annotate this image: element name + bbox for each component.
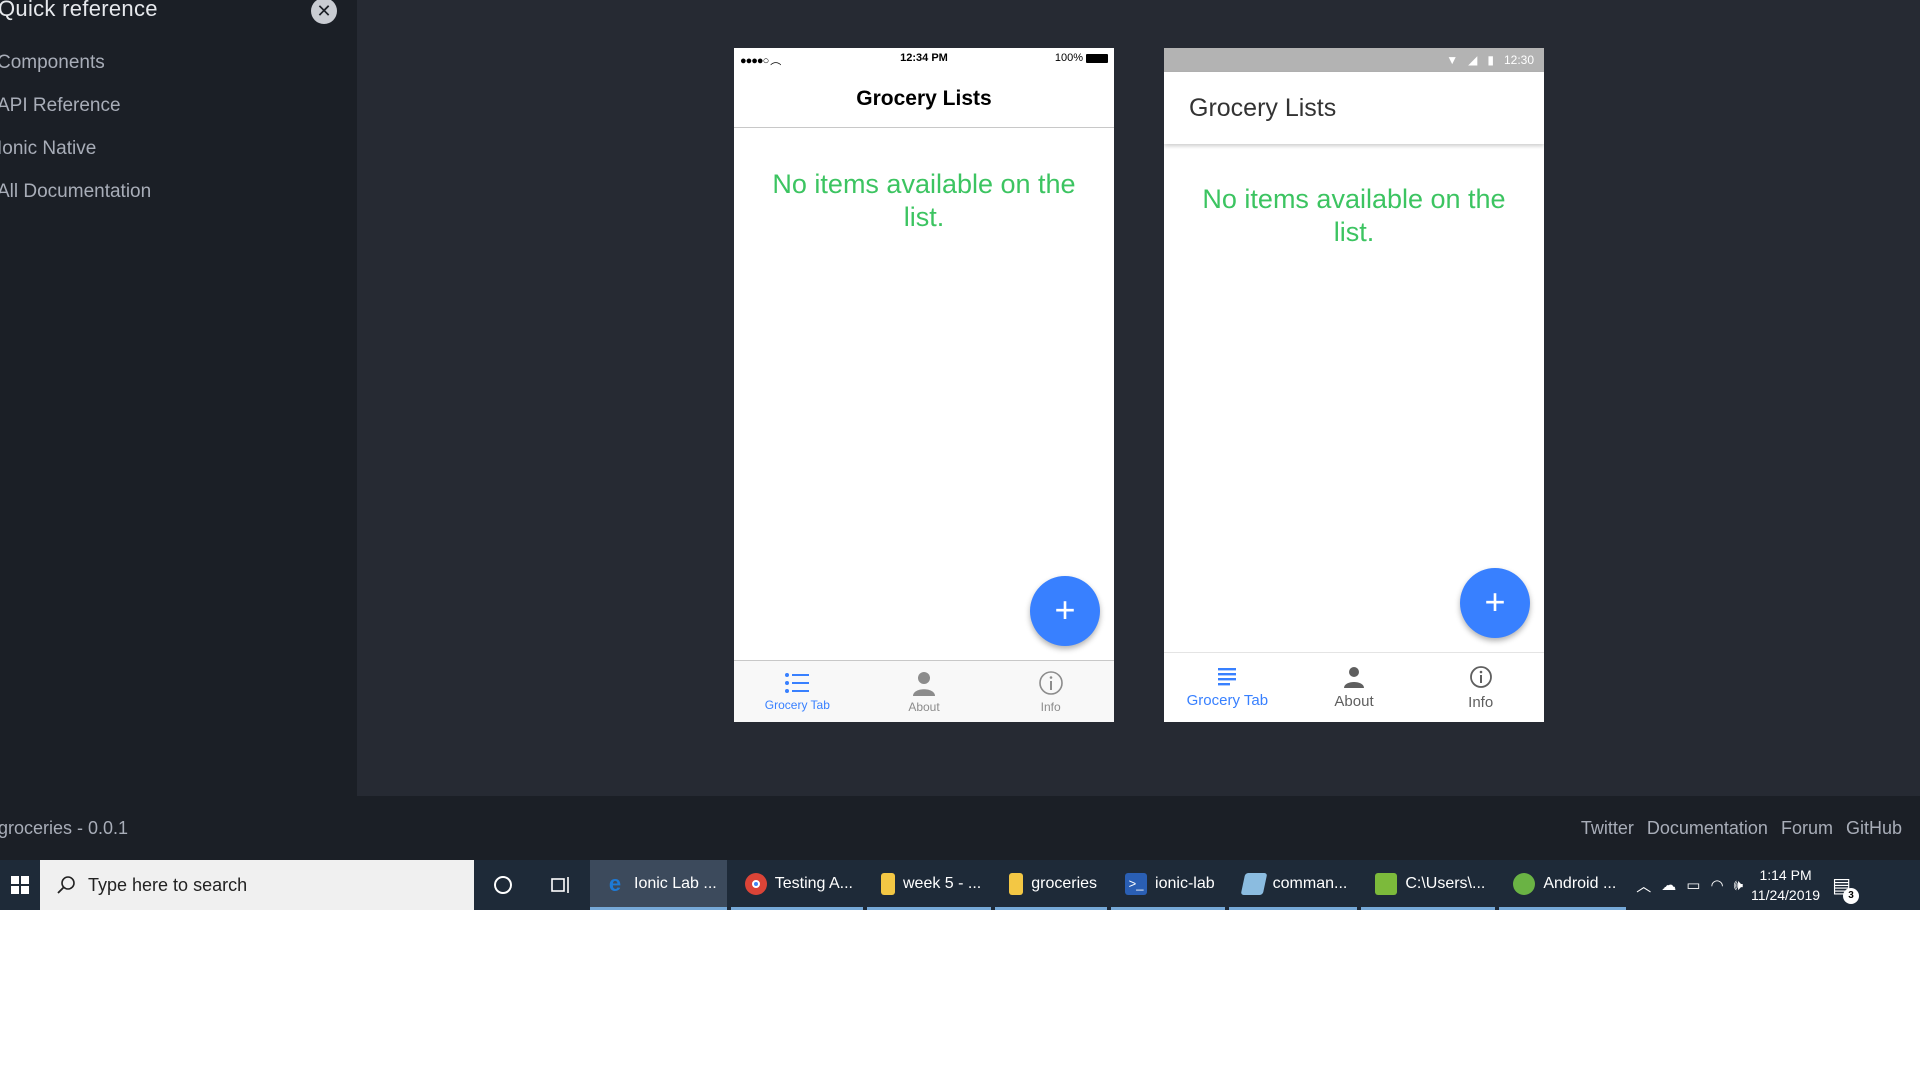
battery-icon: ▮: [1487, 53, 1494, 67]
tab-label: Info: [1468, 693, 1494, 711]
sidebar-item-api-reference[interactable]: API Reference: [0, 91, 151, 134]
info-icon: [1469, 665, 1492, 688]
ios-tab-bar: Grocery Tab About Info: [734, 660, 1114, 722]
ios-preview: ●●●●○ ︵ 12:34 PM 100% Grocery Lists No i…: [734, 48, 1114, 722]
task-label: ionic-lab: [1155, 874, 1215, 892]
volume-icon[interactable]: 🕪: [1734, 877, 1743, 894]
sidebar-nav: Components API Reference Ionic Native Al…: [0, 48, 151, 220]
folder-icon: [880, 872, 895, 895]
android-status-time: 12:30: [1503, 53, 1534, 67]
lab-footer: groceries - 0.0.1 Twitter Documentation …: [0, 796, 1920, 860]
wifi-icon: ▼: [1446, 53, 1459, 67]
edge-icon: e: [608, 870, 622, 896]
android-tab-grocery[interactable]: Grocery Tab: [1164, 653, 1291, 722]
taskbar-app-folder-week5[interactable]: week 5 - ...: [866, 860, 992, 910]
android-preview: ▼ ◢ ▮ 12:30 Grocery Lists No items avail…: [1164, 48, 1544, 722]
list-icon: [785, 672, 810, 693]
person-icon: [913, 671, 935, 696]
footer-link-github[interactable]: GitHub: [1846, 818, 1902, 839]
task-label: groceries: [1031, 874, 1098, 892]
taskbar-app-android-studio[interactable]: Android ...: [1499, 860, 1627, 910]
tab-label: Info: [1040, 699, 1061, 714]
battery-icon: 100%: [1055, 52, 1108, 64]
notification-count: 3: [1842, 887, 1859, 904]
android-tab-info[interactable]: Info: [1417, 653, 1544, 722]
tab-label: About: [908, 699, 940, 714]
task-label: Testing A...: [774, 874, 853, 892]
clock-date: 11/24/2019: [1751, 887, 1821, 903]
footer-link-twitter[interactable]: Twitter: [1581, 818, 1634, 839]
android-tab-bar: Grocery Tab About Info: [1164, 652, 1544, 722]
ios-empty-message: No items available on the list.: [772, 169, 1076, 232]
ionic-lab-window: Quick reference ✕ Components API Referen…: [0, 0, 1920, 860]
footer-links: Twitter Documentation Forum GitHub: [1581, 818, 1902, 839]
task-label: C:\Users\...: [1405, 874, 1486, 892]
chevron-up-icon[interactable]: ︿: [1636, 875, 1651, 896]
sidebar-title: Quick reference: [0, 0, 158, 21]
taskbar-app-ionic-lab[interactable]: e Ionic Lab ...: [590, 860, 727, 910]
ios-tab-grocery[interactable]: Grocery Tab: [734, 661, 861, 722]
notepad-icon: [1240, 872, 1267, 895]
start-button[interactable]: [0, 860, 40, 910]
taskbar-app-notepad[interactable]: comman...: [1228, 860, 1358, 910]
tab-label: Grocery Tab: [1186, 691, 1269, 709]
search-placeholder: Type here to search: [88, 874, 248, 895]
clock-time: 1:14 PM: [1759, 867, 1812, 883]
battery-percent: 100%: [1054, 52, 1083, 64]
quick-reference-sidebar: Quick reference ✕ Components API Referen…: [0, 0, 357, 796]
sidebar-item-components[interactable]: Components: [0, 48, 151, 91]
task-label: Ionic Lab ...: [634, 874, 717, 892]
search-icon: [57, 876, 75, 894]
footer-link-documentation[interactable]: Documentation: [1647, 818, 1768, 839]
cortana-icon: [494, 876, 512, 894]
ios-add-item-button[interactable]: +: [1030, 576, 1100, 646]
taskbar-search[interactable]: Type here to search: [40, 860, 474, 910]
info-icon: [1038, 670, 1063, 695]
close-icon[interactable]: ✕: [311, 0, 337, 24]
taskbar-app-folder-groceries[interactable]: groceries: [995, 860, 1108, 910]
tab-label: About: [1334, 692, 1374, 710]
action-center-button[interactable]: ▤ 3: [1832, 873, 1859, 904]
task-view-icon: [551, 877, 569, 893]
android-tab-about[interactable]: About: [1291, 653, 1418, 722]
chrome-icon: [744, 872, 767, 895]
wifi-icon[interactable]: ◠: [1710, 876, 1723, 894]
taskbar-app-notepadpp[interactable]: C:\Users\...: [1361, 860, 1496, 910]
android-add-item-button[interactable]: +: [1460, 568, 1530, 638]
sidebar-item-ionic-native[interactable]: Ionic Native: [0, 134, 151, 177]
android-status-bar: ▼ ◢ ▮ 12:30: [1164, 48, 1544, 72]
taskbar-app-chrome[interactable]: Testing A...: [730, 860, 863, 910]
task-view-button[interactable]: [532, 860, 590, 910]
ios-status-bar: ●●●●○ ︵ 12:34 PM 100%: [734, 48, 1114, 70]
sidebar-item-all-documentation[interactable]: All Documentation: [0, 177, 151, 220]
footer-link-forum[interactable]: Forum: [1781, 818, 1833, 839]
task-label: week 5 - ...: [902, 874, 982, 892]
android-studio-icon: [1513, 872, 1536, 895]
folder-icon: [1009, 872, 1024, 895]
signal-icon: ◢: [1468, 53, 1478, 67]
powershell-icon: >_: [1125, 872, 1148, 895]
task-label: Android ...: [1543, 874, 1617, 892]
android-page-title: Grocery Lists: [1164, 72, 1544, 144]
notepadpp-icon: [1375, 872, 1398, 895]
cortana-button[interactable]: [474, 860, 532, 910]
taskbar-clock[interactable]: 1:14 PM 11/24/2019: [1751, 865, 1820, 905]
taskbar-app-powershell[interactable]: >_ ionic-lab: [1111, 860, 1225, 910]
windows-icon: [11, 876, 29, 894]
list-icon: [1218, 667, 1237, 685]
ios-page-title: Grocery Lists: [734, 70, 1114, 128]
android-empty-message: No items available on the list.: [1202, 184, 1506, 247]
person-icon: [1344, 666, 1364, 688]
windows-taskbar: Type here to search e Ionic Lab ... Test…: [0, 860, 1920, 910]
ios-tab-about[interactable]: About: [861, 661, 988, 722]
tab-label: Grocery Tab: [764, 697, 830, 712]
system-tray: ︿ ☁ ▭ ◠ 🕪: [1636, 875, 1743, 896]
onedrive-icon[interactable]: ☁: [1661, 876, 1676, 894]
task-label: comman...: [1272, 874, 1348, 892]
battery-icon[interactable]: ▭: [1686, 876, 1700, 894]
ios-tab-info[interactable]: Info: [987, 661, 1114, 722]
app-version: groceries - 0.0.1: [0, 818, 129, 838]
